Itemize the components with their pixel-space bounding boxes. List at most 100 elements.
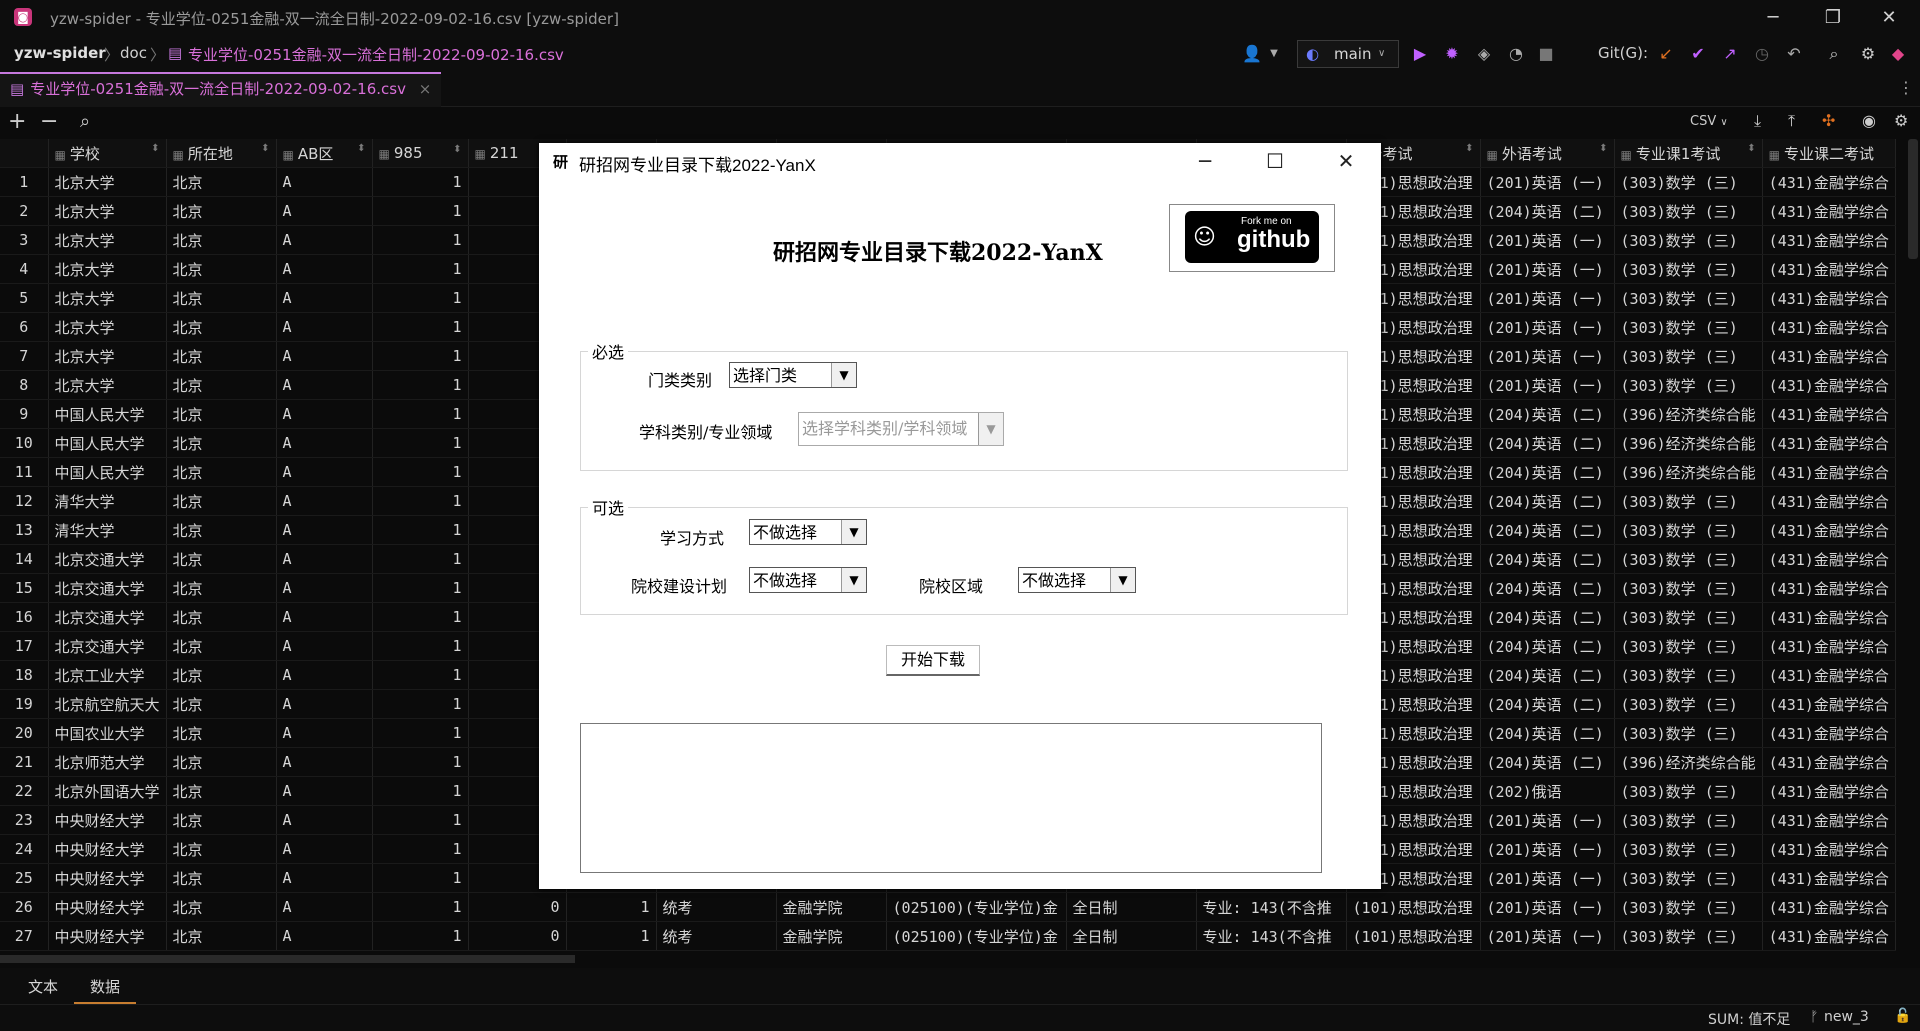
table-cell[interactable]: (303)数学 (三): [1614, 660, 1763, 690]
breadcrumb-file[interactable]: 专业学位-0251金融-双一流全日制-2022-09-02-16.csv: [188, 44, 564, 65]
format-selector[interactable]: CSV ∨: [1690, 114, 1728, 129]
table-cell[interactable]: 1: [372, 515, 469, 545]
table-cell[interactable]: (303)数学 (三): [1614, 196, 1763, 226]
table-cell[interactable]: 北京: [166, 747, 277, 777]
horizontal-scrollbar[interactable]: [0, 955, 575, 963]
table-cell[interactable]: A: [276, 776, 373, 806]
table-cell[interactable]: 中央财经大学: [48, 863, 167, 893]
table-cell[interactable]: 中国人民大学: [48, 399, 167, 429]
column-header[interactable]: ▦ AB区 ⬍: [276, 139, 373, 168]
table-cell[interactable]: 北京: [166, 921, 277, 951]
table-cell[interactable]: (204)英语 (二): [1480, 718, 1615, 748]
table-cell[interactable]: 1: [372, 747, 469, 777]
maximize-button[interactable]: ❐: [1810, 0, 1856, 36]
table-cell[interactable]: 0: [468, 892, 567, 922]
table-cell[interactable]: (431)金融学综合: [1762, 370, 1896, 400]
history-icon[interactable]: ◷: [1750, 42, 1774, 66]
table-cell[interactable]: 北京: [166, 428, 277, 458]
table-cell[interactable]: 1: [372, 428, 469, 458]
table-cell[interactable]: 北京大学: [48, 312, 167, 342]
table-cell[interactable]: 北京交通大学: [48, 602, 167, 632]
user-icon[interactable]: 👤: [1240, 42, 1264, 66]
search-icon[interactable]: ⌕: [80, 111, 90, 132]
table-cell[interactable]: A: [276, 341, 373, 371]
sort-icon[interactable]: ⬍: [1747, 143, 1755, 154]
table-cell[interactable]: (431)金融学综合: [1762, 631, 1896, 661]
table-cell[interactable]: 北京外国语大学: [48, 776, 167, 806]
table-cell[interactable]: 1: [372, 312, 469, 342]
table-cell[interactable]: (204)英语 (二): [1480, 515, 1615, 545]
table-cell[interactable]: (201)英语 (一): [1480, 225, 1615, 255]
table-cell[interactable]: 1: [372, 921, 469, 951]
table-cell[interactable]: 1: [372, 863, 469, 893]
table-cell[interactable]: 1: [372, 254, 469, 284]
table-cell[interactable]: 专业: 143(不含推: [1196, 892, 1347, 922]
table-cell[interactable]: (431)金融学综合: [1762, 660, 1896, 690]
table-cell[interactable]: (201)英语 (一): [1480, 312, 1615, 342]
table-cell[interactable]: A: [276, 312, 373, 342]
table-cell[interactable]: (101)思想政治理: [1346, 892, 1481, 922]
table-cell[interactable]: (025100)(专业学位)金: [886, 892, 1067, 922]
study-mode-select[interactable]: 不做选择 ▼: [749, 519, 867, 545]
git-commit-icon[interactable]: ✔: [1686, 42, 1710, 66]
view-icon[interactable]: ◉: [1862, 111, 1876, 130]
table-cell[interactable]: 北京大学: [48, 341, 167, 371]
import-icon[interactable]: ⤓: [1754, 111, 1761, 131]
stop-icon[interactable]: ■: [1534, 42, 1558, 66]
close-button[interactable]: ✕: [1866, 0, 1912, 36]
table-cell[interactable]: (303)数学 (三): [1614, 515, 1763, 545]
git-update-icon[interactable]: ↙: [1654, 42, 1678, 66]
table-cell[interactable]: 北京: [166, 660, 277, 690]
table-cell[interactable]: (303)数学 (三): [1614, 370, 1763, 400]
log-output-area[interactable]: [580, 723, 1322, 873]
plan-select[interactable]: 不做选择 ▼: [749, 567, 867, 593]
table-cell[interactable]: (431)金融学综合: [1762, 892, 1896, 922]
table-cell[interactable]: 北京: [166, 370, 277, 400]
table-cell[interactable]: (431)金融学综合: [1762, 428, 1896, 458]
rollback-icon[interactable]: ↶: [1782, 42, 1806, 66]
table-cell[interactable]: (431)金融学综合: [1762, 602, 1896, 632]
remove-row-icon[interactable]: −: [40, 109, 58, 134]
table-cell[interactable]: 北京: [166, 254, 277, 284]
table-cell[interactable]: 北京: [166, 312, 277, 342]
table-cell[interactable]: (431)金融学综合: [1762, 544, 1896, 574]
table-cell[interactable]: (201)英语 (一): [1480, 892, 1615, 922]
region-select[interactable]: 不做选择 ▼: [1018, 567, 1136, 593]
table-cell[interactable]: (396)经济类综合能: [1614, 457, 1763, 487]
table-cell[interactable]: 中央财经大学: [48, 805, 167, 835]
table-cell[interactable]: (431)金融学综合: [1762, 167, 1896, 197]
coverage-icon[interactable]: ◈: [1472, 42, 1496, 66]
minimize-button[interactable]: ─: [1750, 0, 1796, 36]
table-row[interactable]: 26 中央财经大学 北京 A 1 0 1 统考 金融学院 (025100)(专业学位)金 全日制 专业…: [0, 892, 1896, 922]
table-cell[interactable]: (201)英语 (一): [1480, 254, 1615, 284]
table-cell[interactable]: 北京: [166, 225, 277, 255]
table-cell[interactable]: (303)数学 (三): [1614, 225, 1763, 255]
branch-selector[interactable]: ◐ main ∨: [1297, 40, 1399, 68]
table-cell[interactable]: (431)金融学综合: [1762, 486, 1896, 516]
table-cell[interactable]: A: [276, 399, 373, 429]
table-cell[interactable]: A: [276, 370, 373, 400]
table-cell[interactable]: (204)英语 (二): [1480, 631, 1615, 661]
breadcrumb-project[interactable]: yzw-spider: [14, 44, 106, 62]
table-cell[interactable]: 北京: [166, 167, 277, 197]
table-cell[interactable]: 1: [372, 689, 469, 719]
table-cell[interactable]: 1: [372, 370, 469, 400]
table-cell[interactable]: (201)英语 (一): [1480, 834, 1615, 864]
table-cell[interactable]: (303)数学 (三): [1614, 283, 1763, 313]
table-cell[interactable]: (431)金融学综合: [1762, 312, 1896, 342]
table-cell[interactable]: A: [276, 863, 373, 893]
tab-text[interactable]: 文本: [28, 976, 58, 997]
table-cell[interactable]: (204)英语 (二): [1480, 660, 1615, 690]
table-cell[interactable]: A: [276, 834, 373, 864]
table-cell[interactable]: (204)英语 (二): [1480, 747, 1615, 777]
table-cell[interactable]: 北京: [166, 544, 277, 574]
table-cell[interactable]: (396)经济类综合能: [1614, 428, 1763, 458]
lock-icon[interactable]: 🔓: [1894, 1008, 1911, 1024]
table-cell[interactable]: (431)金融学综合: [1762, 341, 1896, 371]
table-cell[interactable]: 1: [372, 283, 469, 313]
settings-icon[interactable]: ⚙: [1894, 111, 1908, 130]
jetbrains-icon[interactable]: ◆: [1886, 42, 1910, 66]
table-cell[interactable]: A: [276, 602, 373, 632]
sum-status[interactable]: SUM: 值不足: [1708, 1009, 1790, 1029]
table-cell[interactable]: 北京工业大学: [48, 660, 167, 690]
